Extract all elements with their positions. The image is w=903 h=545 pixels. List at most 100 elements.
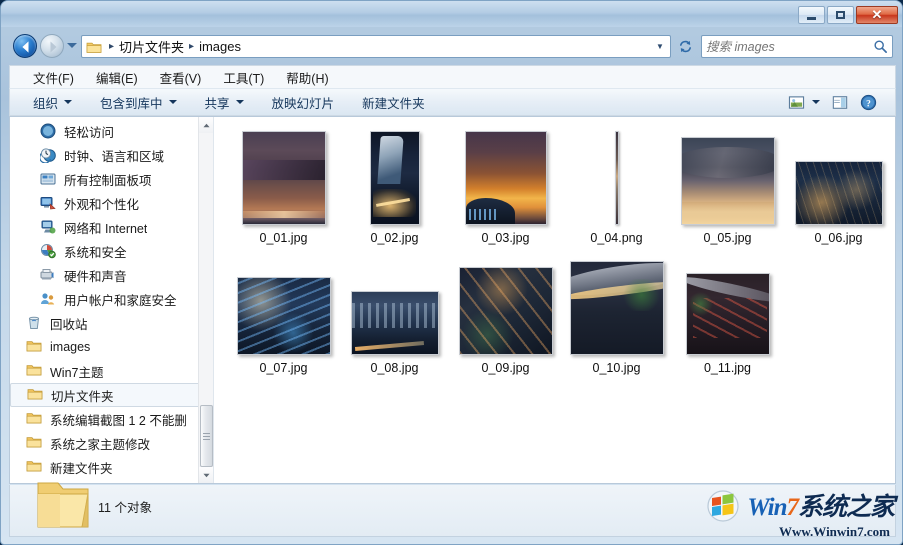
thumbnail-wrapper [794, 127, 883, 225]
menu-item-view[interactable]: 查看(V) [149, 66, 213, 89]
thumbnail-image [569, 261, 664, 355]
scrollbar-up-arrow[interactable] [199, 117, 213, 133]
sidebar-list: 轻松访问 时钟、语言和区域 所有控制面板项 外观和个性化 网络和 Interne… [10, 119, 200, 479]
file-item[interactable]: 0_05.jpg [672, 125, 783, 255]
title-bar: ✕ [1, 1, 902, 27]
toolbar-new-folder-label: 新建文件夹 [362, 96, 425, 111]
search-input[interactable] [706, 39, 873, 54]
sidebar-item-system-security[interactable]: 系统和安全 [10, 239, 200, 263]
scrollbar-down-arrow[interactable] [199, 467, 213, 483]
thumbnail-image [614, 131, 619, 225]
thumbnail-wrapper [614, 127, 619, 225]
file-item[interactable]: 0_09.jpg [450, 255, 561, 385]
menu-item-help[interactable]: 帮助(H) [275, 66, 339, 89]
menu-item-edit[interactable]: 编辑(E) [85, 66, 149, 89]
recent-pages-dropdown[interactable] [67, 43, 77, 48]
search-box[interactable] [701, 35, 893, 58]
file-item[interactable]: 0_06.jpg [783, 125, 894, 255]
breadcrumb-separator-2[interactable]: ▸ [184, 41, 199, 52]
sidebar-item-hardware-sound[interactable]: 硬件和声音 [10, 263, 200, 287]
toolbar-include-in-library-button[interactable]: 包含到库中 [91, 90, 186, 115]
navigation-row: ▸ 切片文件夹 ▸ images ▼ [1, 28, 902, 64]
window-controls: ✕ [798, 6, 898, 24]
breadcrumb-item-1[interactable]: images [199, 39, 241, 54]
toolbar-share-button[interactable]: 共享 [196, 90, 253, 115]
thumbnail-image [236, 277, 331, 355]
file-item[interactable]: 0_04.png [561, 125, 672, 255]
large-folder-icon [32, 477, 94, 538]
change-view-button[interactable] [784, 92, 824, 113]
toolbar-slideshow-label: 放映幻灯片 [271, 96, 335, 111]
sidebar-item-qiepian-folder[interactable]: 切片文件夹 [10, 383, 200, 407]
preview-pane-icon [832, 95, 848, 109]
sidebar-item-recycle-bin[interactable]: 回收站 [10, 311, 200, 335]
content-area: 轻松访问 时钟、语言和区域 所有控制面板项 外观和个性化 网络和 Interne… [9, 116, 896, 484]
file-item[interactable]: 0_03.jpg [450, 125, 561, 255]
file-item[interactable]: 0_11.jpg [672, 255, 783, 385]
preview-pane-button[interactable] [828, 92, 852, 113]
forward-button[interactable] [40, 34, 64, 58]
help-button[interactable]: ? [856, 91, 881, 114]
refresh-button[interactable] [673, 35, 697, 58]
breadcrumb-item-0[interactable]: 切片文件夹 [119, 37, 184, 56]
file-item[interactable]: 0_02.jpg [339, 125, 450, 255]
sidebar-item-ease-of-access[interactable]: 轻松访问 [10, 119, 200, 143]
sidebar-item-appearance-personalization[interactable]: 外观和个性化 [10, 191, 200, 215]
file-item[interactable]: 0_08.jpg [339, 255, 450, 385]
sidebar-item-network-internet[interactable]: 网络和 Internet [10, 215, 200, 239]
file-name: 0_06.jpg [814, 231, 863, 245]
file-name: 0_07.jpg [259, 361, 308, 375]
sidebar-item-label: 外观和个性化 [64, 197, 140, 212]
minimize-button[interactable] [798, 6, 825, 24]
user-accounts-family-safety-icon [40, 291, 58, 307]
sidebar-item-label: 硬件和声音 [64, 269, 127, 284]
breadcrumb-separator[interactable]: ▸ [104, 41, 119, 52]
sidebar-item-xitongzhijia-theme[interactable]: 系统之家主题修改 [10, 431, 200, 455]
file-item[interactable]: 0_01.jpg [228, 125, 339, 255]
menu-item-file[interactable]: 文件(F) [22, 66, 85, 89]
file-name: 0_02.jpg [370, 231, 419, 245]
sidebar-item-label: 网络和 Internet [64, 221, 148, 236]
address-bar[interactable]: ▸ 切片文件夹 ▸ images ▼ [81, 35, 671, 58]
navigation-pane: 轻松访问 时钟、语言和区域 所有控制面板项 外观和个性化 网络和 Interne… [10, 117, 214, 483]
thumbnail-wrapper [685, 257, 770, 355]
sidebar-scrollbar[interactable] [198, 117, 213, 483]
sidebar-item-label: images [50, 340, 91, 354]
maximize-button[interactable] [827, 6, 854, 24]
view-dropdown-caret[interactable] [812, 100, 820, 104]
folder-icon [26, 339, 44, 355]
thumbnail-wrapper [241, 127, 326, 225]
status-bar: 11 个对象 [9, 482, 896, 537]
toolbar-organize-label: 组织 [33, 96, 59, 111]
file-list-pane[interactable]: 0_01.jpg 0_02.jpg 0_03.jpg 0_04.png 0_05… [214, 117, 895, 483]
sidebar-item-system-screenshot[interactable]: 系统编辑截图 1 2 不能删 [10, 407, 200, 431]
sidebar-item-images[interactable]: images [10, 335, 200, 359]
chevron-down-icon[interactable]: ▼ [652, 42, 668, 51]
sidebar-item-label: 用户帐户和家庭安全 [64, 293, 177, 308]
maximize-icon [836, 11, 845, 19]
back-button[interactable] [13, 34, 37, 58]
sidebar-item-user-accounts-family-safety[interactable]: 用户帐户和家庭安全 [10, 287, 200, 311]
thumbnail-wrapper [464, 127, 547, 225]
sidebar-item-label: 新建文件夹 [50, 461, 113, 476]
file-item[interactable]: 0_07.jpg [228, 255, 339, 385]
toolbar-new-folder-button[interactable]: 新建文件夹 [353, 90, 434, 115]
close-button[interactable]: ✕ [856, 6, 898, 24]
toolbar-organize-button[interactable]: 组织 [24, 90, 81, 115]
sidebar-item-new-folder[interactable]: 新建文件夹 [10, 455, 200, 479]
sidebar-item-clock-language-region[interactable]: 时钟、语言和区域 [10, 143, 200, 167]
thumbnail-image [464, 131, 547, 225]
sidebar-item-label: 所有控制面板项 [64, 173, 152, 188]
system-security-icon [40, 243, 58, 259]
scrollbar-thumb[interactable] [200, 405, 213, 467]
thumbnail-image [680, 137, 775, 225]
file-item[interactable]: 0_10.jpg [561, 255, 672, 385]
chevron-down-icon [203, 473, 210, 477]
toolbar-slideshow-button[interactable]: 放映幻灯片 [263, 90, 344, 115]
chevron-down-icon [64, 100, 73, 104]
menu-item-tools[interactable]: 工具(T) [212, 66, 275, 89]
search-icon[interactable] [873, 39, 888, 54]
sidebar-item-win7-theme[interactable]: Win7主题 [10, 359, 200, 383]
sidebar-item-all-control-panel-items[interactable]: 所有控制面板项 [10, 167, 200, 191]
thumbnail-wrapper [369, 127, 420, 225]
